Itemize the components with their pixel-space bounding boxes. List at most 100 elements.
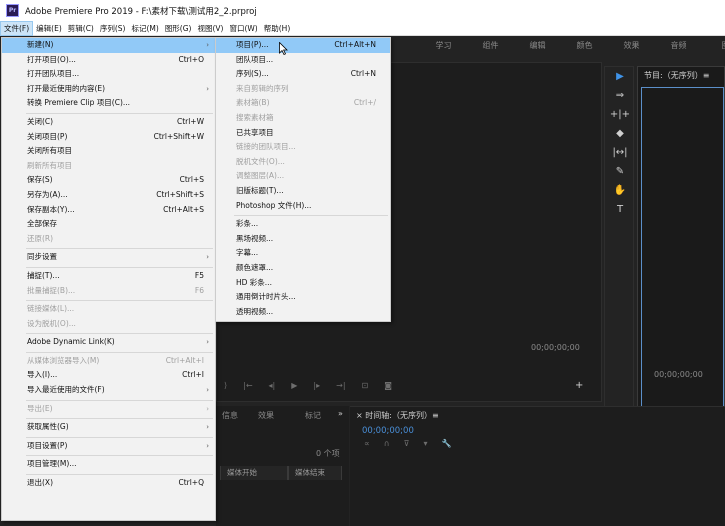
file-menu-item-0[interactable]: 新建(N) › <box>2 38 215 53</box>
pen-icon[interactable]: ✎ <box>605 162 635 181</box>
new-submenu-item-0[interactable]: 项目(P)... Ctrl+Alt+N <box>216 38 390 53</box>
source-timecode: 00;00;00;00 <box>531 343 580 352</box>
shortcut-label: Ctrl+Shift+W <box>153 131 204 141</box>
new-submenu-item-18[interactable]: 通用倒计时片头... <box>216 290 390 305</box>
file-menu-item-8[interactable]: 关闭所有项目 <box>2 144 215 159</box>
column-media-start[interactable]: 媒体开始 <box>220 466 288 480</box>
menu-item-2[interactable]: 剪辑(C) <box>65 21 97 36</box>
file-menu-item-27[interactable]: 导入(I)... Ctrl+I <box>2 368 215 383</box>
submenu-arrow-icon: › <box>206 338 209 347</box>
go-to-in-icon[interactable]: |← <box>243 381 252 390</box>
file-menu-item-1[interactable]: 打开项目(O)... Ctrl+O <box>2 53 215 68</box>
new-submenu-item-2[interactable]: 序列(S)... Ctrl+N <box>216 67 390 82</box>
menu-item-4[interactable]: 标记(M) <box>128 21 161 36</box>
hand-icon[interactable]: ✋ <box>605 181 635 200</box>
file-menu-item-label: 链接媒体(L)... <box>27 304 75 314</box>
workspace-tab-4[interactable]: 效果 <box>608 40 655 51</box>
new-submenu-item-16[interactable]: 颜色遮罩... <box>216 261 390 276</box>
file-menu-item-12[interactable]: 保存副本(Y)... Ctrl+Alt+S <box>2 203 215 218</box>
new-submenu-item-19[interactable]: 透明视频... <box>216 305 390 320</box>
new-submenu-item-label: 链接的团队项目... <box>236 142 296 152</box>
file-menu-item-label: 保存(S) <box>27 175 53 185</box>
new-submenu-item-13[interactable]: 彩条... <box>216 217 390 232</box>
workspace-tab-6[interactable]: 图 <box>702 40 725 51</box>
submenu-arrow-icon: › <box>206 404 209 413</box>
file-menu-item-3[interactable]: 打开最近使用的内容(E) › <box>2 82 215 97</box>
workspace-tab-2[interactable]: 编辑 <box>514 40 561 51</box>
file-menu-item-13[interactable]: 全部保存 <box>2 217 215 232</box>
file-menu-item-24[interactable]: Adobe Dynamic Link(K) › <box>2 335 215 350</box>
new-submenu-item-10[interactable]: 旧版标题(T)... <box>216 184 390 199</box>
premiere-app-icon: Pr <box>6 4 19 17</box>
tools-panel: ▶ ⇒ +|+ ◆ |↔| ✎ ✋ T <box>604 66 634 432</box>
snap-icon[interactable]: ∝ <box>364 439 370 448</box>
workspace-tab-1[interactable]: 组件 <box>467 40 514 51</box>
step-forward-frame-icon[interactable]: |▸ <box>313 381 320 390</box>
file-menu-item-label: 新建(N) <box>27 40 54 49</box>
menu-item-1[interactable]: 编辑(E) <box>33 21 65 36</box>
file-menu-item-10[interactable]: 保存(S) Ctrl+S <box>2 173 215 188</box>
camera-icon[interactable]: ◙ <box>384 381 392 390</box>
new-submenu-item-1[interactable]: 团队项目... <box>216 53 390 68</box>
column-media-end[interactable]: 媒体结束 <box>288 466 342 480</box>
linked-selection-icon[interactable]: ∩ <box>384 439 390 448</box>
new-submenu-item-label: 通用倒计时片头... <box>236 292 296 302</box>
menu-item-6[interactable]: 视图(V) <box>194 21 226 36</box>
file-menu-item-16[interactable]: 同步设置 › <box>2 250 215 265</box>
tab-timeline[interactable]: × 时间轴:（无序列）≡ <box>356 410 439 421</box>
menu-item-8[interactable]: 帮助(H) <box>261 21 294 36</box>
file-menu-item-34[interactable]: 项目设置(P) › <box>2 439 215 454</box>
menu-item-5[interactable]: 图形(G) <box>162 21 195 36</box>
tab-effects[interactable]: 效果 <box>258 410 274 421</box>
program-monitor-panel: 节目:（无序列）≡ 00;00;00;00 <box>637 66 725 432</box>
menu-item-0[interactable]: 文件(F) <box>0 20 34 36</box>
new-submenu-item-6[interactable]: 已共享项目 <box>216 126 390 141</box>
selection-arrow-icon[interactable]: ▶ <box>605 67 635 86</box>
file-menu-item-label: 关闭项目(P) <box>27 131 68 141</box>
step-back-icon[interactable]: ⟩ <box>224 381 227 390</box>
file-menu-item-label: 打开项目(O)... <box>27 54 76 64</box>
new-submenu-item-11[interactable]: Photoshop 文件(H)... <box>216 199 390 214</box>
shortcut-label: Ctrl+I <box>182 370 204 380</box>
marker-icon[interactable]: ▾ <box>423 439 427 448</box>
workspace-tab-5[interactable]: 音频 <box>655 40 702 51</box>
new-submenu-item-15[interactable]: 字幕... <box>216 246 390 261</box>
insert-icon[interactable]: ⊡ <box>362 381 369 390</box>
menu-item-7[interactable]: 窗口(W) <box>226 21 260 36</box>
new-submenu-item-14[interactable]: 黑场视频... <box>216 232 390 247</box>
slip-icon[interactable]: |↔| <box>605 143 635 162</box>
file-menu-item-2[interactable]: 打开团队项目... <box>2 67 215 82</box>
ripple-edit-icon[interactable]: +|+ <box>605 105 635 124</box>
track-select-icon[interactable]: ⇒ <box>605 86 635 105</box>
step-back-frame-icon[interactable]: ◂| <box>269 381 276 390</box>
file-menu-item-label: 还原(R) <box>27 233 54 243</box>
menu-item-3[interactable]: 序列(S) <box>97 21 129 36</box>
file-menu-item-7[interactable]: 关闭项目(P) Ctrl+Shift+W <box>2 130 215 145</box>
play-icon[interactable]: ▶ <box>291 381 297 390</box>
tab-markers[interactable]: 标记 <box>305 410 321 421</box>
timeline-timecode[interactable]: 00;00;00;00 <box>362 426 414 436</box>
razor-icon[interactable]: ◆ <box>605 124 635 143</box>
file-menu-item-11[interactable]: 另存为(A)... Ctrl+Shift+S <box>2 188 215 203</box>
go-to-out-icon[interactable]: →| <box>336 381 345 390</box>
file-menu-item-4[interactable]: 转换 Premiere Clip 项目(C)... <box>2 96 215 111</box>
add-marker-icon[interactable]: ⊽ <box>404 439 410 448</box>
workspace-tab-3[interactable]: 颜色 <box>561 40 608 51</box>
file-menu-item-38[interactable]: 退出(X) Ctrl+Q <box>2 476 215 491</box>
type-icon[interactable]: T <box>605 200 635 219</box>
new-submenu: 项目(P)... Ctrl+Alt+N 团队项目... 序列(S)... Ctrl+N 来… <box>215 37 391 322</box>
file-menu-item-6[interactable]: 关闭(C) Ctrl+W <box>2 115 215 130</box>
file-menu-item-label: 导入(I)... <box>27 370 58 380</box>
file-menu-item-18[interactable]: 捕捉(T)... F5 <box>2 269 215 284</box>
file-menu-item-36[interactable]: 项目管理(M)... <box>2 457 215 472</box>
program-monitor-frame: 00;00;00;00 <box>641 87 724 427</box>
item-count: 0 个项 <box>316 449 340 458</box>
workspace-tab-0[interactable]: 学习 <box>420 40 467 51</box>
add-button-icon[interactable]: + <box>575 380 583 391</box>
wrench-icon[interactable]: 🔧 <box>441 439 451 448</box>
new-submenu-item-17[interactable]: HD 彩条... <box>216 276 390 291</box>
file-menu-item-32[interactable]: 获取属性(G) › <box>2 420 215 435</box>
more-panels-button[interactable]: » <box>338 409 343 418</box>
file-menu-item-28[interactable]: 导入最近使用的文件(F) › <box>2 383 215 398</box>
tab-info[interactable]: 信息 <box>222 410 238 421</box>
